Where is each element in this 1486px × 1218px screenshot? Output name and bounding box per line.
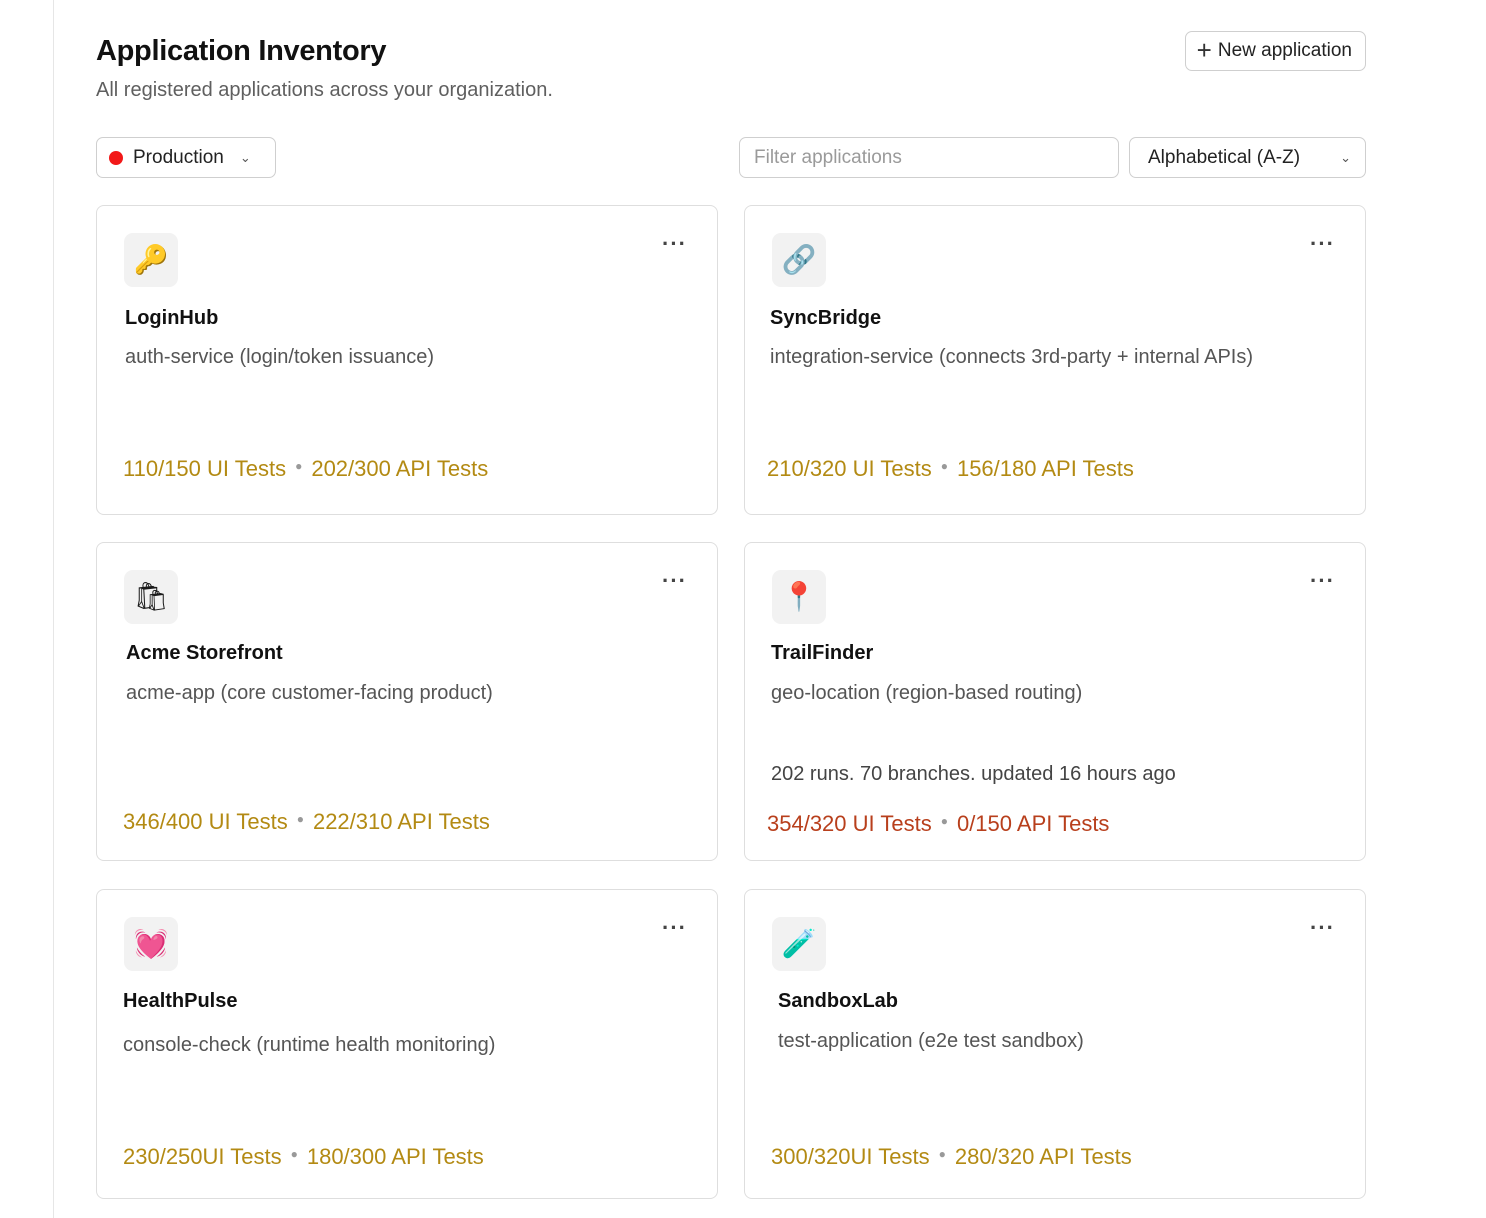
pushpin-icon: 📍 (772, 570, 826, 624)
ui-tests-count: 230/250UI Tests (123, 1144, 282, 1169)
ui-tests-count: 300/320UI Tests (771, 1144, 930, 1169)
app-description: acme-app (core customer-facing product) (126, 682, 493, 704)
test-summary: 110/150 UI Tests ● 202/300 API Tests (123, 455, 488, 483)
ui-tests-count: 354/320 UI Tests (767, 811, 932, 836)
test-summary: 354/320 UI Tests ● 0/150 API Tests (767, 810, 1109, 838)
api-tests-count: 180/300 API Tests (306, 1144, 484, 1169)
ui-tests-count: 346/400 UI Tests (123, 809, 288, 834)
app-card-sandboxlab[interactable]: 🧪 ··· SandboxLab test-application (e2e t… (744, 889, 1366, 1199)
app-card-healthpulse[interactable]: 💓 ··· HealthPulse console-check (runtime… (96, 889, 718, 1199)
app-name: LoginHub (125, 307, 219, 329)
separator-dot: ● (938, 1147, 946, 1161)
app-card-trailfinder[interactable]: 📍 ··· TrailFinder geo-location (region-b… (744, 542, 1366, 861)
app-card-loginhub[interactable]: 🔑 ··· LoginHub auth-service (login/token… (96, 205, 718, 515)
ui-tests-count: 210/320 UI Tests (767, 456, 932, 481)
shopping-bags-icon: 🛍 (124, 570, 178, 624)
test-summary: 346/400 UI Tests ● 222/310 API Tests (123, 808, 490, 836)
chevron-down-icon: ⌄ (239, 149, 251, 165)
separator-dot: ● (296, 812, 304, 826)
app-description: geo-location (region-based routing) (771, 682, 1083, 704)
new-application-label: New application (1217, 40, 1352, 61)
left-rail (0, 0, 54, 1218)
app-description: test-application (e2e test sandbox) (778, 1030, 1084, 1052)
separator-dot: ● (295, 459, 303, 473)
more-options-icon[interactable]: ··· (662, 570, 687, 592)
app-name: SyncBridge (770, 307, 882, 329)
api-tests-count: 280/320 API Tests (954, 1144, 1132, 1169)
api-tests-count: 156/180 API Tests (956, 456, 1134, 481)
app-activity-meta: 202 runs. 70 branches. updated 16 hours … (771, 763, 1176, 785)
link-icon: 🔗 (772, 233, 826, 287)
page-header: Application Inventory All registered app… (96, 31, 1366, 104)
more-options-icon[interactable]: ··· (1310, 917, 1335, 939)
app-name: HealthPulse (123, 990, 238, 1012)
ui-tests-count: 110/150 UI Tests (123, 456, 287, 481)
environment-select[interactable]: Production ⌄ (96, 137, 276, 178)
sort-select[interactable]: Alphabetical (A-Z) ⌄ (1129, 137, 1366, 178)
filter-applications-input[interactable] (739, 137, 1119, 178)
app-name: Acme Storefront (126, 642, 283, 664)
page-title: Application Inventory (96, 35, 387, 67)
new-application-button[interactable]: + New application (1184, 31, 1366, 71)
environment-label: Production (133, 146, 224, 168)
app-name: SandboxLab (778, 990, 899, 1012)
separator-dot: ● (940, 814, 948, 828)
test-summary: 300/320UI Tests ● 280/320 API Tests (771, 1143, 1132, 1171)
test-tube-icon: 🧪 (772, 917, 826, 971)
more-options-icon[interactable]: ··· (1310, 233, 1335, 255)
key-icon: 🔑 (124, 233, 178, 287)
more-options-icon[interactable]: ··· (662, 233, 687, 255)
api-tests-count: 222/310 API Tests (312, 809, 490, 834)
app-name: TrailFinder (771, 642, 874, 664)
environment-status-dot (109, 150, 123, 165)
plus-icon: + (1196, 35, 1212, 65)
toolbar: Production ⌄ Alphabetical (A-Z) ⌄ (96, 137, 1366, 178)
separator-dot: ● (940, 459, 948, 473)
page-subtitle: All registered applications across your … (96, 79, 553, 101)
api-tests-count: 0/150 API Tests (956, 811, 1110, 836)
test-summary: 230/250UI Tests ● 180/300 API Tests (123, 1143, 484, 1171)
chevron-down-icon: ⌄ (1340, 149, 1351, 165)
app-card-syncbridge[interactable]: 🔗 ··· SyncBridge integration-service (co… (744, 205, 1366, 515)
separator-dot: ● (290, 1147, 298, 1161)
sort-label: Alphabetical (A-Z) (1148, 146, 1301, 168)
app-description: console-check (runtime health monitoring… (123, 1034, 496, 1056)
test-summary: 210/320 UI Tests ● 156/180 API Tests (767, 455, 1134, 483)
more-options-icon[interactable]: ··· (662, 917, 687, 939)
app-description: integration-service (connects 3rd-party … (770, 346, 1253, 368)
api-tests-count: 202/300 API Tests (311, 456, 489, 481)
app-card-acme-storefront[interactable]: 🛍 ··· Acme Storefront acme-app (core cus… (96, 542, 718, 861)
app-description: auth-service (login/token issuance) (125, 346, 435, 368)
beating-heart-icon: 💓 (124, 917, 178, 971)
more-options-icon[interactable]: ··· (1310, 570, 1335, 592)
